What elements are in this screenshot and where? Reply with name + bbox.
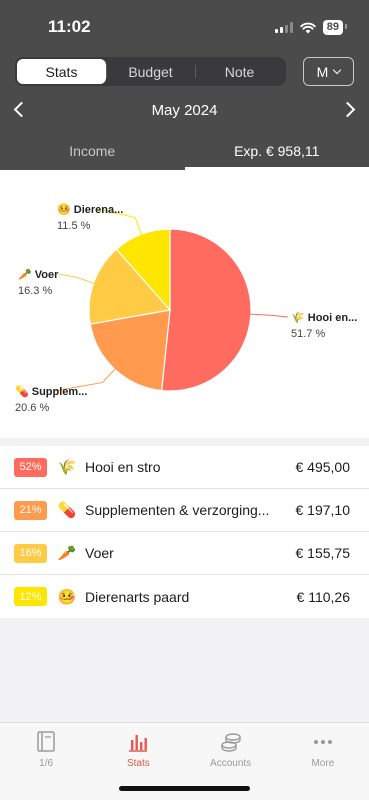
percent-badge: 16% — [14, 543, 47, 563]
tabbar-label: 1/6 — [39, 758, 54, 769]
status-icons: 89 — [274, 20, 348, 35]
category-name: Hooi en stro — [85, 459, 161, 475]
bar-chart-icon — [129, 735, 148, 752]
home-indicator — [119, 786, 250, 791]
tab-note[interactable]: Note — [195, 59, 284, 84]
category-row-voer[interactable]: 16% 🥕 Voer € 155,75 — [0, 532, 369, 575]
category-name: Voer — [85, 545, 114, 561]
more-dots-icon — [313, 740, 332, 744]
pie-label-percent: 51.7 % — [291, 328, 325, 340]
wheat-icon: 🌾 — [57, 459, 77, 476]
book-icon — [37, 731, 55, 752]
pie-label-name: 🤒 Dierena... — [57, 203, 123, 216]
status-bar: 11:02 89 — [0, 0, 369, 52]
percent-badge: 21% — [14, 500, 47, 520]
period-select[interactable]: M — [303, 57, 354, 86]
pie-leader-line — [57, 273, 96, 285]
pill-icon: 💊 — [57, 502, 77, 519]
percent-badge: 12% — [14, 587, 47, 606]
tab-income[interactable]: Income — [0, 132, 185, 170]
pie-chart-area: 🌾 Hooi en... 51.7 % 💊 Supplem... 20.6 % 🥕 Vo… — [0, 170, 369, 438]
pie-label-percent: 11.5 % — [57, 220, 91, 232]
category-name: Dierenarts paard — [85, 588, 190, 605]
pie-label-name: 💊 Supplem... — [15, 384, 87, 398]
pie-leader-line — [248, 313, 289, 318]
coins-icon — [220, 733, 241, 752]
tab-expense[interactable]: Exp. € 958,11 — [184, 132, 369, 170]
month-navigator: May 2024 — [0, 98, 369, 124]
tabbar-item-book[interactable]: 1/6 — [0, 723, 92, 800]
category-amount: € 197,10 — [295, 502, 351, 518]
period-select-value: M — [316, 63, 329, 80]
pie-label-percent: 16.3 % — [18, 285, 52, 297]
month-label: May 2024 — [151, 102, 218, 119]
chevron-down-icon — [333, 65, 342, 75]
pie-label-name: 🌾 Hooi en... — [291, 311, 357, 324]
tabbar-label: Accounts — [210, 758, 252, 769]
pie-label-name: 🥕 Voer — [18, 268, 59, 281]
category-amount: € 155,75 — [295, 545, 351, 561]
category-row-dierenarts[interactable]: 12% 🤒 Dierenarts paard € 110,26 — [0, 575, 369, 618]
category-amount: € 495,00 — [295, 459, 351, 475]
category-list: 52% 🌾 Hooi en stro € 495,00 21% 💊 Supple… — [0, 446, 369, 618]
mode-segmented-control: Stats Budget Note — [15, 57, 286, 86]
income-expense-tabs: Income Exp. € 958,11 — [0, 132, 369, 170]
cellular-signal-icon — [274, 22, 293, 33]
percent-badge: 52% — [14, 457, 47, 477]
category-amount: € 110,26 — [296, 588, 350, 605]
carrot-icon: 🥕 — [57, 545, 77, 562]
tab-stats[interactable]: Stats — [17, 59, 106, 84]
category-row-supplementen[interactable]: 21% 💊 Supplementen & verzorging... € 197… — [0, 489, 369, 532]
tabbar-label: More — [311, 758, 335, 769]
sick-face-icon: 🤒 — [57, 588, 77, 606]
expense-pie-chart: 🌾 Hooi en... 51.7 % 💊 Supplem... 20.6 % 🥕 Vo… — [15, 203, 357, 414]
battery-indicator: 89 — [322, 20, 348, 35]
slice-hooi[interactable] — [160, 228, 252, 392]
tabbar-item-more[interactable]: More — [277, 723, 369, 800]
wifi-icon — [300, 22, 316, 33]
header: 11:02 89 Stats Budget Note M May 2024 In… — [0, 0, 369, 170]
tabbar-label: Stats — [126, 758, 150, 769]
pie-label-percent: 20.6 % — [15, 402, 49, 414]
status-time: 11:02 — [48, 17, 91, 36]
category-name: Supplementen & verzorging... — [85, 502, 270, 518]
tab-budget[interactable]: Budget — [106, 59, 195, 84]
category-row-hooi[interactable]: 52% 🌾 Hooi en stro € 495,00 — [0, 446, 369, 489]
